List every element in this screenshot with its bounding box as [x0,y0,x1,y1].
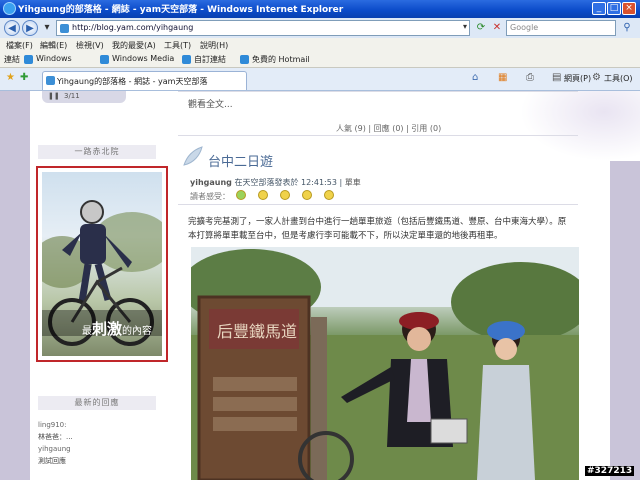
divider [178,91,578,92]
image-watermark: #327213 [585,466,635,476]
feeds-icon[interactable]: ▦ [498,72,507,83]
player-counter: 3/11 [64,92,80,100]
maximize-button[interactable]: □ [607,2,621,15]
address-dropdown-icon[interactable]: ▾ [463,22,467,31]
stop-icon[interactable]: ✕ [490,21,504,35]
windows-media-link-icon [100,55,109,64]
links-bar: 連結 Windows Windows Media 自訂連結 免費的 Hotmai… [0,52,640,68]
post-stats[interactable]: 人氣 (9) | 回應 (0) | 引用 (0) [336,123,441,134]
mood-label: 讀者感受： [190,192,230,201]
add-favorites-icon[interactable]: ✚ [20,72,28,83]
menu-edit[interactable]: 編輯(E) [40,40,67,51]
ie-icon [3,2,16,15]
sidebar-section-title: 一路赤北院 [38,145,156,159]
sidebar-comments-title: 最新的回應 [38,396,156,410]
post-author[interactable]: yihgaung [190,178,232,187]
address-input[interactable]: http://blog.yam.com/yihgaung ▾ [56,20,470,36]
windows-link-icon [24,55,33,64]
comment-text[interactable]: 測試回應 [38,456,66,466]
divider [178,135,578,136]
post-body-line: 完擴考完基測了，一家人計畫到台中進行一趟單車旅遊（包括后豐鐵馬道、豐原、台中東海… [188,217,567,227]
forward-button[interactable]: ▶ [22,20,38,36]
main-content: 觀看全文... 人氣 (9) | 回應 (0) | 引用 (0) 台中二日遊 y… [178,91,579,480]
post-title[interactable]: 台中二日遊 [208,151,273,170]
tab-favicon-icon [46,76,55,85]
menu-file[interactable]: 檔案(F) [6,40,33,51]
links-label: 連結 [4,55,20,64]
link-windows-media[interactable]: Windows Media [112,54,174,63]
read-more-link[interactable]: 觀看全文... [188,97,233,110]
mood-emoticon[interactable] [324,190,334,200]
url-text: http://blog.yam.com/yihgaung [72,23,194,32]
post-photo[interactable]: 后豐鐵馬道 [191,247,579,480]
hotmail-link-icon [240,55,249,64]
mood-emoticon[interactable] [280,190,290,200]
post-body-line: 本打算將單車載至台中，但是考慮行李可能載不下，所以決定單車還的地後再租車。 [188,231,503,241]
page-favicon-icon [60,24,69,33]
back-button[interactable]: ◀ [4,20,20,36]
page-viewport: ❚❚ 3/11 一路赤北院 最刺激的內容 最新的回應 ling910: 林爸爸：… [0,91,640,480]
leaf-icon [183,146,203,166]
refresh-icon[interactable]: ⟳ [474,21,488,35]
tab-bar: ★ ✚ Yihgaung的部落格 - 網誌 - yam天空部落 ⌂ ▦ ⎙ ▤ … [0,68,640,91]
link-windows[interactable]: Windows [36,54,72,63]
menu-tools[interactable]: 工具(T) [164,40,191,51]
ad-banner[interactable]: 最刺激的內容 [36,166,168,362]
search-input[interactable]: Google [506,20,616,36]
tab-current[interactable]: Yihgaung的部落格 - 網誌 - yam天空部落 [42,71,247,90]
window-title: Yihgaung的部落格 - 網誌 - yam天空部落 - Windows In… [18,5,344,15]
minimize-button[interactable]: _ [592,2,606,15]
ad-caption: 最刺激的內容 [82,320,153,338]
title-bar: Yihgaung的部落格 - 網誌 - yam天空部落 - Windows In… [0,0,640,18]
print-icon[interactable]: ⎙ [526,72,534,83]
address-row: ◀ ▶ ▾ http://blog.yam.com/yihgaung ▾ ⟳ ✕… [0,18,640,38]
custom-link-icon [182,55,191,64]
tab-title: Yihgaung的部落格 - 網誌 - yam天空部落 [57,77,208,86]
page-icon[interactable]: ▤ [552,72,561,83]
link-hotmail[interactable]: 免費的 Hotmail [252,54,310,65]
history-dropdown-icon[interactable]: ▾ [40,21,54,35]
link-custom[interactable]: 自訂連結 [194,54,226,65]
mood-emoticon[interactable] [236,190,246,200]
post-category[interactable]: 單車 [345,178,361,187]
ad-image: 最刺激的內容 [42,172,162,356]
post-meta: yihgaung 在天空部落發表於 12:41:53 | 單車 [190,178,361,187]
favorites-star-icon[interactable]: ★ [6,72,15,83]
menu-help[interactable]: 說明(H) [200,40,228,51]
comment-author[interactable]: ling910: [38,421,67,429]
music-player[interactable]: ❚❚ 3/11 [42,91,126,103]
menu-view[interactable]: 檢視(V) [76,40,104,51]
mood-emoticon[interactable] [302,190,312,200]
pause-icon[interactable]: ❚❚ [48,92,60,100]
search-icon[interactable]: ⚲ [620,21,634,35]
sign-text: 后豐鐵馬道 [217,322,297,341]
tools-gear-icon[interactable]: ⚙ [592,72,601,83]
mood-emoticon[interactable] [258,190,268,200]
sidebar: ❚❚ 3/11 一路赤北院 最刺激的內容 最新的回應 ling910: 林爸爸：… [30,91,170,480]
menu-bar: 檔案(F) 編輯(E) 檢視(V) 我的最愛(A) 工具(T) 說明(H) [0,38,640,52]
close-button[interactable]: × [622,2,636,15]
home-icon[interactable]: ⌂ [472,72,478,83]
comment-text[interactable]: 林爸爸：... [38,432,73,442]
tools-menu[interactable]: 工具(O) [604,73,633,84]
divider [178,204,578,205]
menu-favorites[interactable]: 我的最愛(A) [112,40,156,51]
page-menu[interactable]: 網頁(P) [564,73,591,84]
comment-author[interactable]: yihgaung [38,445,71,453]
